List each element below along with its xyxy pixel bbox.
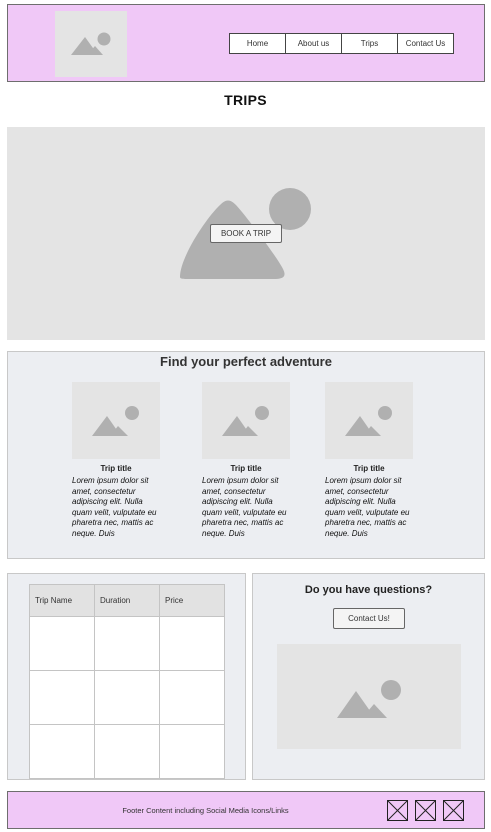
site-header: Home About us Trips Contact Us [7,4,485,82]
table-row [29,670,225,725]
trip-image-placeholder-icon [72,382,160,459]
trip-description: Lorem ipsum dolor sit amet, consectetur … [72,476,157,538]
questions-image-placeholder-icon [277,644,461,749]
trip-title: Trip title [100,464,132,473]
table-cell [159,724,225,779]
social-media-icon[interactable] [387,800,408,821]
trip-card[interactable]: Trip title Lorem ipsum dolor sit amet, c… [325,382,413,539]
nav-home-link[interactable]: Home [230,34,286,53]
social-media-icon[interactable] [415,800,436,821]
column-header-price: Price [159,584,225,617]
trip-title: Trip title [230,464,262,473]
trip-image-placeholder-icon [325,382,413,459]
table-cell [94,616,160,671]
column-header-duration: Duration [94,584,160,617]
book-trip-button[interactable]: BOOK A TRIP [210,224,282,243]
site-footer: Footer Content including Social Media Ic… [7,791,485,829]
logo-image-placeholder-icon[interactable] [55,11,127,77]
trip-image-placeholder-icon [202,382,290,459]
page-title: TRIPS [224,92,267,108]
table-cell [159,616,225,671]
nav-contact-link[interactable]: Contact Us [398,34,453,53]
trips-table-panel: Trip Name Duration Price [7,573,246,780]
table-cell [159,670,225,725]
trips-table: Trip Name Duration Price [29,584,225,779]
table-cell [94,670,160,725]
trip-description: Lorem ipsum dolor sit amet, consectetur … [202,476,287,538]
social-media-icon[interactable] [443,800,464,821]
table-row [29,724,225,779]
main-nav: Home About us Trips Contact Us [229,33,454,54]
trip-title: Trip title [353,464,385,473]
questions-heading: Do you have questions? [304,584,433,596]
table-row [29,616,225,671]
trip-card[interactable]: Trip title Lorem ipsum dolor sit amet, c… [202,382,290,539]
table-cell [29,616,95,671]
table-cell [94,724,160,779]
trip-description: Lorem ipsum dolor sit amet, consectetur … [325,476,410,538]
trip-card[interactable]: Trip title Lorem ipsum dolor sit amet, c… [72,382,160,539]
contact-us-button[interactable]: Contact Us! [333,608,405,629]
table-cell [29,724,95,779]
nav-trips-link[interactable]: Trips [342,34,398,53]
footer-text: Footer Content including Social Media Ic… [122,806,289,815]
adventures-heading: Find your perfect adventure [160,354,332,369]
table-cell [29,670,95,725]
nav-about-link[interactable]: About us [286,34,342,53]
column-header-trip-name: Trip Name [29,584,95,617]
adventures-section: Find your perfect adventure Trip title L… [7,351,485,559]
questions-panel: Do you have questions? Contact Us! [252,573,485,780]
